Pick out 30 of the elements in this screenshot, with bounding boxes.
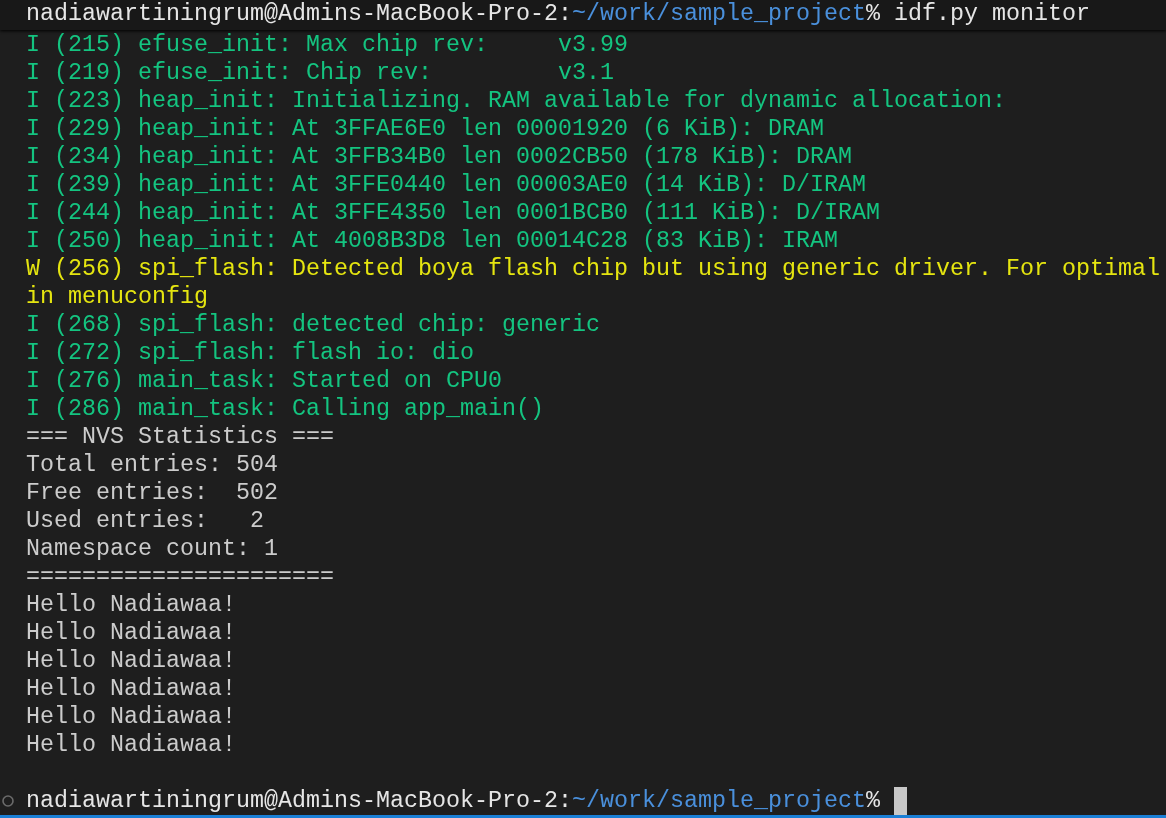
log-line: I (229) heap_init: At 3FFAE6E0 len 00001920 (6 KiB): DRAM [26,115,824,143]
log-line: I (223) heap_init: Initializing. RAM available for dynamic allocation: [26,87,1006,115]
warning-line: W (256) spi_flash: Detected boya flash chip but using generic driver. For optimal [26,255,1160,283]
log-line: I (215) efuse_init: Max chip rev: v3.99 [26,31,628,59]
circle-icon[interactable] [2,795,14,807]
output-line: Total entries: 504 [26,451,278,479]
log-line: I (244) heap_init: At 3FFE4350 len 0001BCB0 (111 KiB): D/IRAM [26,199,880,227]
output-line: ====================== [26,563,334,591]
prompt-text: nadiawartiningrum@Admins-MacBook-Pro-2:~/work/sample_project% [26,787,880,815]
output-line: Hello Nadiawaa! [26,703,236,731]
warning-line: in menuconfig [26,283,208,311]
log-line: I (219) efuse_init: Chip rev: v3.1 [26,59,614,87]
output-line: Hello Nadiawaa! [26,619,236,647]
output-line: Hello Nadiawaa! [26,731,236,759]
output-line: === NVS Statistics === [26,423,334,451]
output-line: Hello Nadiawaa! [26,675,236,703]
log-line: I (272) spi_flash: flash io: dio [26,339,474,367]
log-line: I (239) heap_init: At 3FFE0440 len 00003AE0 (14 KiB): D/IRAM [26,171,866,199]
output-line: Hello Nadiawaa! [26,647,236,675]
log-line: I (268) spi_flash: detected chip: generic [26,311,600,339]
log-line: I (234) heap_init: At 3FFB34B0 len 0002CB50 (178 KiB): DRAM [26,143,852,171]
prompt-text: nadiawartiningrum@Admins-MacBook-Pro-2:~/work/sample_project% [26,0,880,28]
output-line: Free entries: 502 [26,479,278,507]
output-line: Used entries: 2 [26,507,264,535]
log-line: I (286) main_task: Calling app_main() [26,395,544,423]
log-line: I (250) heap_init: At 4008B3D8 len 00014C28 (83 KiB): IRAM [26,227,838,255]
command-text: idf.py monitor [893,0,1090,28]
log-line: I (276) main_task: Started on CPU0 [26,367,502,395]
output-line: Hello Nadiawaa! [26,591,236,619]
output-line: Namespace count: 1 [26,535,278,563]
